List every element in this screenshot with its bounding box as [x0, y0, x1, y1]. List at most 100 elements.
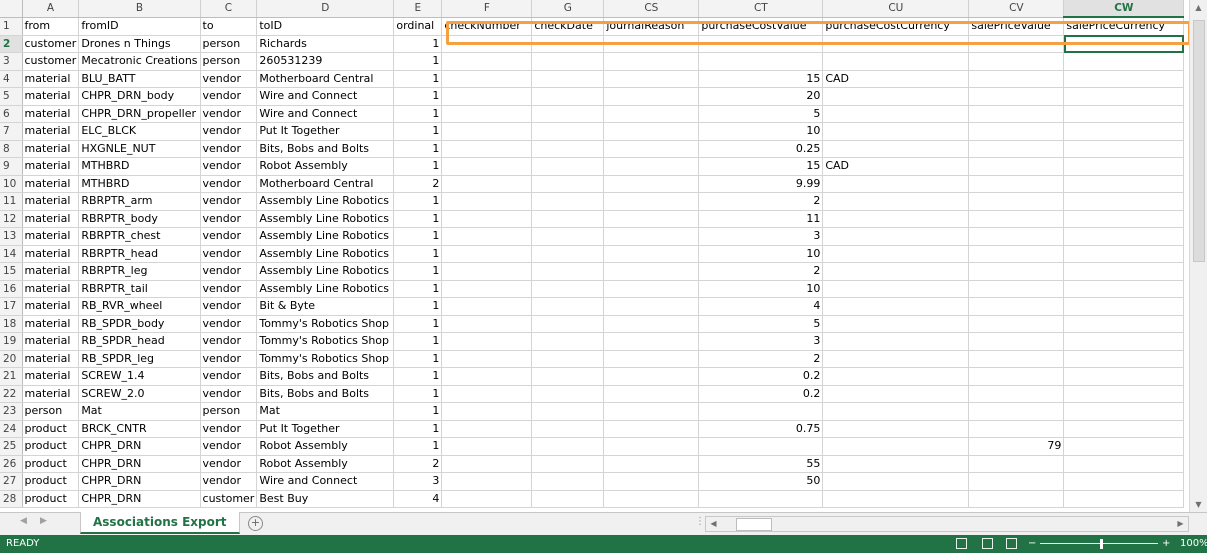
cell[interactable]	[822, 192, 970, 211]
cell[interactable]	[1063, 455, 1185, 473]
cell[interactable]: 50	[698, 472, 824, 491]
cell[interactable]	[1063, 245, 1185, 263]
cell[interactable]	[968, 455, 1065, 473]
cell[interactable]	[968, 122, 1065, 141]
cell[interactable]: 1	[393, 402, 443, 421]
cell[interactable]	[531, 455, 605, 473]
cell[interactable]: vendor	[200, 122, 258, 141]
row-header[interactable]: 2	[0, 35, 23, 53]
cell[interactable]	[441, 472, 533, 491]
cell[interactable]	[531, 367, 605, 386]
cell[interactable]: to	[200, 17, 258, 36]
cell[interactable]: vendor	[200, 332, 258, 351]
cell[interactable]	[531, 437, 605, 456]
cell[interactable]: Bits, Bobs and Bolts	[256, 385, 395, 403]
cell[interactable]: vendor	[200, 140, 258, 158]
cell[interactable]: HXGNLE_NUT	[78, 140, 201, 158]
cell[interactable]: person	[200, 35, 258, 53]
cell[interactable]: material	[22, 175, 80, 193]
cell[interactable]	[531, 402, 605, 421]
cell[interactable]: from	[22, 17, 80, 36]
cell[interactable]: material	[22, 140, 80, 158]
cell[interactable]	[822, 227, 970, 246]
cell[interactable]	[531, 70, 605, 88]
cell[interactable]	[822, 105, 970, 123]
row-header[interactable]: 12	[0, 210, 23, 228]
cell[interactable]: material	[22, 385, 80, 403]
column-header-f[interactable]: F	[441, 0, 533, 18]
cell[interactable]	[603, 105, 700, 123]
cell[interactable]	[441, 70, 533, 88]
cell[interactable]: 55	[698, 455, 824, 473]
cell[interactable]	[441, 52, 533, 71]
cell[interactable]: 0.25	[698, 140, 824, 158]
cell[interactable]	[1063, 192, 1185, 211]
cell[interactable]	[1063, 420, 1185, 438]
cell[interactable]	[968, 315, 1065, 333]
zoom-slider[interactable]	[1040, 543, 1158, 544]
cell[interactable]: 5	[698, 105, 824, 123]
zoom-in-icon[interactable]: +	[1162, 535, 1170, 553]
cell[interactable]	[822, 140, 970, 158]
cell[interactable]	[441, 367, 533, 386]
tab-split-handle-icon[interactable]: ⋮	[695, 516, 705, 527]
cell[interactable]: RBRPTR_arm	[78, 192, 201, 211]
cell[interactable]: material	[22, 332, 80, 351]
cell[interactable]	[603, 175, 700, 193]
cell[interactable]	[698, 437, 824, 456]
zoom-slider-knob[interactable]	[1100, 539, 1103, 549]
cell[interactable]: purchaseCostCurrency	[822, 17, 970, 36]
vertical-scroll-thumb[interactable]	[1193, 20, 1205, 262]
cell[interactable]	[441, 280, 533, 298]
cell[interactable]: Mat	[78, 402, 201, 421]
cell[interactable]	[822, 490, 970, 508]
cell[interactable]: Tommy's Robotics Shop	[256, 315, 395, 333]
cell[interactable]: material	[22, 87, 80, 106]
cell[interactable]: 4	[393, 490, 443, 508]
cell[interactable]	[968, 105, 1065, 123]
cell[interactable]: vendor	[200, 420, 258, 438]
cell[interactable]: 1	[393, 70, 443, 88]
cell[interactable]	[531, 262, 605, 281]
cell[interactable]: Tommy's Robotics Shop	[256, 332, 395, 351]
cell[interactable]: vendor	[200, 297, 258, 316]
cell[interactable]: Assembly Line Robotics	[256, 245, 395, 263]
cell[interactable]: Drones n Things	[78, 35, 201, 53]
column-header-c[interactable]: C	[200, 0, 258, 18]
cell[interactable]: Wire and Connect	[256, 105, 395, 123]
cell[interactable]: 4	[698, 297, 824, 316]
cell[interactable]	[603, 157, 700, 176]
sheet-tab-associations-export[interactable]: Associations Export	[80, 512, 240, 534]
cell[interactable]	[531, 35, 605, 53]
cell[interactable]: material	[22, 70, 80, 88]
cell[interactable]: 2	[698, 350, 824, 368]
scroll-left-icon[interactable]: ◀	[708, 518, 719, 529]
cell[interactable]: material	[22, 157, 80, 176]
column-header-cw[interactable]: CW	[1063, 0, 1185, 18]
cell[interactable]	[1063, 210, 1185, 228]
cell[interactable]: ELC_BLCK	[78, 122, 201, 141]
cell[interactable]: ordinal	[393, 17, 443, 36]
cell[interactable]	[968, 140, 1065, 158]
cell[interactable]: 3	[698, 227, 824, 246]
worksheet-table[interactable]: A B C D E F G CS CT CU CV CW 1 from fromID to toID ordina…	[0, 0, 1185, 508]
cell[interactable]: 10	[698, 245, 824, 263]
row-header[interactable]: 16	[0, 280, 23, 298]
active-cell[interactable]	[1063, 35, 1185, 53]
cell[interactable]: 1	[393, 105, 443, 123]
row-header[interactable]: 11	[0, 192, 23, 211]
cell[interactable]	[1063, 402, 1185, 421]
cell[interactable]	[531, 490, 605, 508]
cell[interactable]: 9.99	[698, 175, 824, 193]
cell[interactable]: Bits, Bobs and Bolts	[256, 140, 395, 158]
cell[interactable]	[441, 140, 533, 158]
cell[interactable]: Assembly Line Robotics	[256, 210, 395, 228]
cell[interactable]: Bits, Bobs and Bolts	[256, 367, 395, 386]
cell[interactable]	[441, 350, 533, 368]
cell[interactable]	[531, 315, 605, 333]
cell[interactable]: CHPR_DRN_body	[78, 87, 201, 106]
cell[interactable]	[441, 332, 533, 351]
cell[interactable]	[968, 87, 1065, 106]
column-header-a[interactable]: A	[22, 0, 80, 18]
cell[interactable]: CAD	[822, 157, 970, 176]
